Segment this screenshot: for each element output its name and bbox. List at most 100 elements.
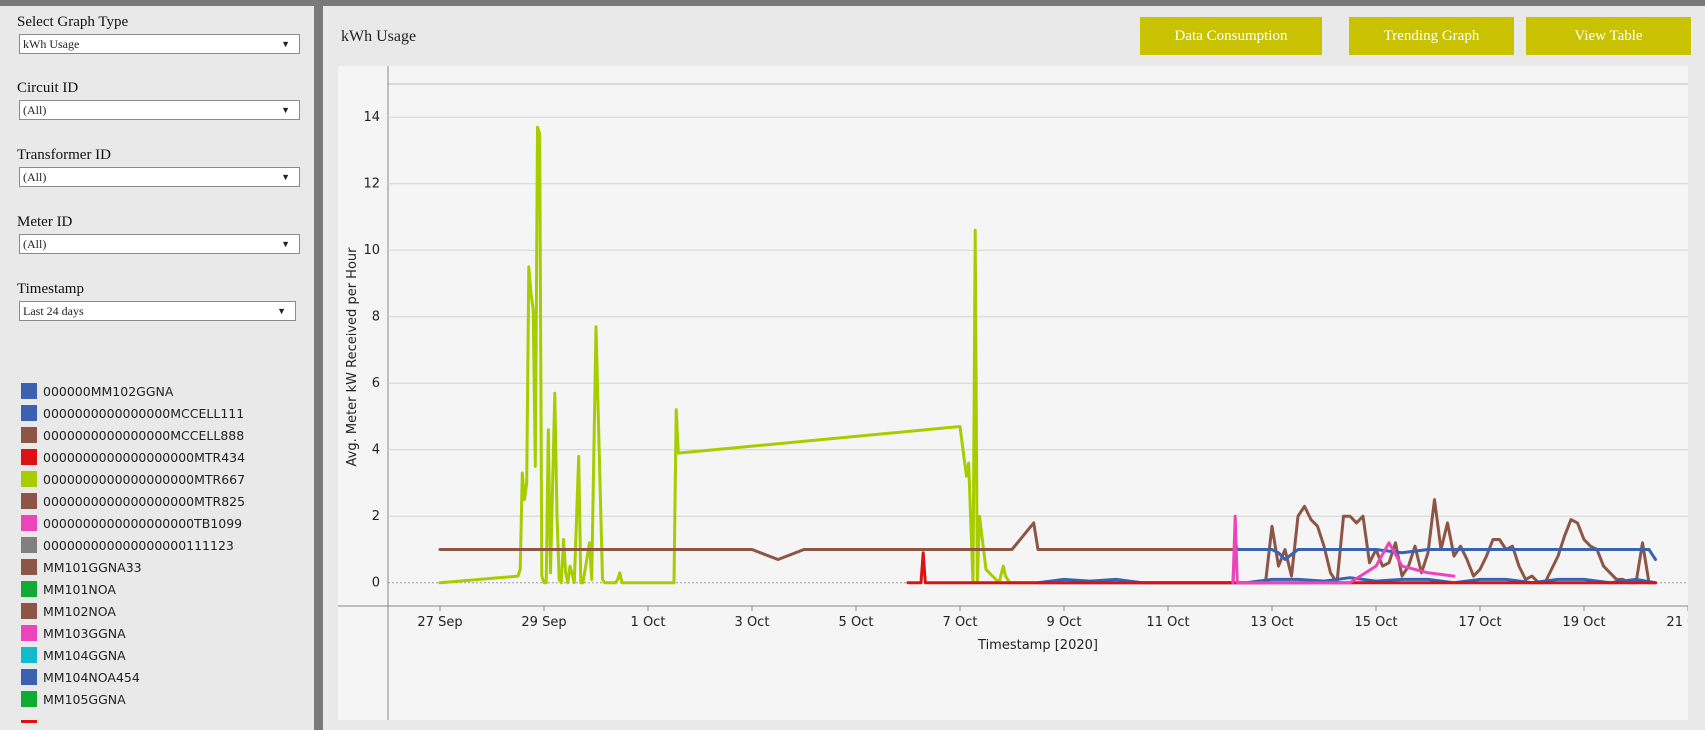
graph-type-label: Select Graph Type xyxy=(17,14,129,30)
legend-item[interactable]: MM104NOA454 xyxy=(21,666,245,688)
legend-swatch xyxy=(21,625,37,641)
y-tick-label: 4 xyxy=(372,443,380,458)
line-chart: 0 2 4 6 8 10 12 14 27 Sep 29 Sep 1 Oct 3 Oct 5 Oct 7 … xyxy=(338,66,1688,720)
legend-swatch xyxy=(21,669,37,685)
legend-swatch xyxy=(21,493,37,509)
sidebar: Select Graph Type kWh Usage ▼ Circuit ID… xyxy=(0,6,314,730)
graph-type-select[interactable]: kWh Usage ▼ xyxy=(19,34,300,54)
main-panel: kWh Usage Data Consumption Trending Grap… xyxy=(323,6,1705,730)
legend-swatch xyxy=(21,471,37,487)
series-line xyxy=(1244,498,1657,585)
legend-item[interactable]: 0000000000000000MCCELL888 xyxy=(21,424,245,446)
legend-swatch xyxy=(21,603,37,619)
legend-swatch xyxy=(21,647,37,663)
legend-item[interactable]: 000000000000000000111123 xyxy=(21,534,245,556)
legend-label: 0000000000000000MCCELL111 xyxy=(43,405,245,421)
data-consumption-button[interactable]: Data Consumption xyxy=(1140,17,1322,55)
timestamp-label: Timestamp xyxy=(17,281,84,297)
legend-label: 0000000000000000MCCELL888 xyxy=(43,427,245,443)
trending-graph-button[interactable]: Trending Graph xyxy=(1349,17,1514,55)
legend-item[interactable]: 0000000000000000000MTR825 xyxy=(21,490,245,512)
series-line xyxy=(438,521,1248,561)
x-tick-label: 17 Oct xyxy=(1458,615,1501,630)
x-tick-label: 3 Oct xyxy=(735,615,770,630)
legend-swatch xyxy=(21,383,37,399)
x-tick-label: 7 Oct xyxy=(943,615,978,630)
view-table-button[interactable]: View Table xyxy=(1526,17,1691,55)
legend-label: MM101GGNA33 xyxy=(43,559,142,575)
y-tick-label: 0 xyxy=(372,576,380,591)
legend-label: MM105GGNA xyxy=(43,691,126,707)
x-tick-label: 9 Oct xyxy=(1047,615,1082,630)
timestamp-value: Last 24 days xyxy=(23,304,84,318)
legend-item[interactable]: MM104GGNA xyxy=(21,644,245,666)
legend-item[interactable]: 0000000000000000000MTR434 xyxy=(21,446,245,468)
chevron-down-icon: ▼ xyxy=(281,105,290,115)
chevron-down-icon: ▼ xyxy=(281,239,290,249)
chevron-down-icon: ▼ xyxy=(281,39,290,49)
x-tick-label: 27 Sep xyxy=(417,615,462,630)
legend-item[interactable]: MM101NOA xyxy=(21,578,245,600)
legend-label: 0000000000000000000MTR434 xyxy=(43,449,246,465)
legend-item[interactable]: 0000000000000000000TB1099 xyxy=(21,512,245,534)
legend-label: 000000000000000000111123 xyxy=(43,537,234,553)
y-tick-label: 10 xyxy=(363,243,380,258)
legend-swatch xyxy=(21,691,37,707)
legend-swatch xyxy=(21,449,37,465)
circuit-id-label: Circuit ID xyxy=(17,80,79,96)
legend-item[interactable]: 000000MM102GGNA xyxy=(21,380,245,402)
x-tick-label: 29 Sep xyxy=(521,615,566,630)
legend-item[interactable]: MM105GGNA xyxy=(21,688,245,710)
meter-id-select[interactable]: (All) ▼ xyxy=(19,234,300,254)
x-tick-label: 19 Oct xyxy=(1562,615,1605,630)
legend-item[interactable]: MM103GGNA xyxy=(21,622,245,644)
y-tick-label: 14 xyxy=(363,110,380,125)
legend-item[interactable]: MM102NOA xyxy=(21,600,245,622)
y-tick-label: 8 xyxy=(372,310,380,325)
legend-swatch xyxy=(21,405,37,421)
legend-swatch-partial xyxy=(21,720,37,723)
legend-swatch xyxy=(21,427,37,443)
transformer-id-value: (All) xyxy=(23,170,47,184)
legend: 000000MM102GGNA 0000000000000000MCCELL111… xyxy=(21,380,245,710)
chevron-down-icon: ▼ xyxy=(277,306,286,316)
meter-id-label: Meter ID xyxy=(17,214,73,230)
series-line xyxy=(438,125,1038,585)
x-tick-label: 5 Oct xyxy=(839,615,874,630)
x-tick-label: 11 Oct xyxy=(1146,615,1189,630)
legend-item[interactable]: MM101GGNA33 xyxy=(21,556,245,578)
legend-label: 000000MM102GGNA xyxy=(43,383,174,399)
legend-label: MM104NOA454 xyxy=(43,669,140,685)
legend-item[interactable]: 0000000000000000000MTR667 xyxy=(21,468,245,490)
y-tick-label: 6 xyxy=(372,376,380,391)
legend-item[interactable]: 0000000000000000MCCELL111 xyxy=(21,402,245,424)
transformer-id-label: Transformer ID xyxy=(17,147,112,163)
x-tick-label: 15 Oct xyxy=(1354,615,1397,630)
meter-id-value: (All) xyxy=(23,237,47,251)
circuit-id-select[interactable]: (All) ▼ xyxy=(19,100,300,120)
timestamp-select[interactable]: Last 24 days ▼ xyxy=(19,301,296,321)
legend-label: MM101NOA xyxy=(43,581,116,597)
chevron-down-icon: ▼ xyxy=(281,172,290,182)
graph-type-value: kWh Usage xyxy=(23,37,80,51)
x-axis-label: Timestamp [2020] xyxy=(977,638,1098,653)
legend-label: 0000000000000000000MTR667 xyxy=(43,471,246,487)
y-axis-label: Avg. Meter kW Received per Hour xyxy=(345,247,360,467)
legend-label: 0000000000000000000MTR825 xyxy=(43,493,246,509)
legend-swatch xyxy=(21,537,37,553)
x-tick-label: 1 Oct xyxy=(631,615,666,630)
legend-label: MM104GGNA xyxy=(43,647,126,663)
transformer-id-select[interactable]: (All) ▼ xyxy=(19,167,300,187)
legend-label: MM102NOA xyxy=(43,603,116,619)
x-tick-label: 13 Oct xyxy=(1250,615,1293,630)
page-title: kWh Usage xyxy=(341,28,417,45)
legend-label: MM103GGNA xyxy=(43,625,126,641)
legend-swatch xyxy=(21,515,37,531)
y-tick-label: 2 xyxy=(372,509,380,524)
circuit-id-value: (All) xyxy=(23,103,47,117)
x-tick-label: 21 Oct xyxy=(1666,615,1688,630)
legend-label: 0000000000000000000TB1099 xyxy=(43,515,243,531)
y-tick-label: 12 xyxy=(363,177,380,192)
legend-swatch xyxy=(21,581,37,597)
chart-panel: 0 2 4 6 8 10 12 14 27 Sep 29 Sep 1 Oct 3 Oct 5 Oct 7 … xyxy=(338,66,1688,720)
